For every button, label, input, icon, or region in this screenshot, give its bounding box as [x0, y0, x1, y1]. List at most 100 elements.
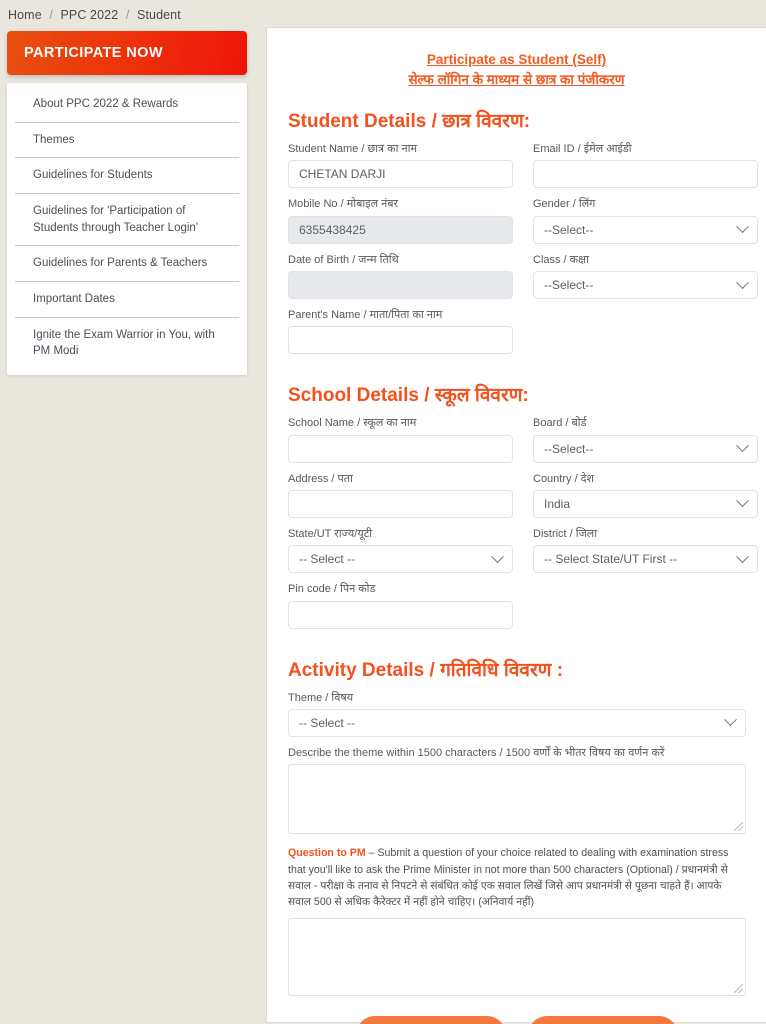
- breadcrumb-separator: /: [125, 8, 130, 22]
- student-row-1: Student Name / छात्र का नाम CHETAN DARJI…: [288, 142, 758, 197]
- sidebar-item-themes[interactable]: Themes: [15, 123, 239, 159]
- question-to-pm-description: Question to PM – Submit a question of yo…: [288, 845, 746, 911]
- label-mobile: Mobile No / मोबाइल नंबर: [288, 198, 399, 211]
- sidebar-item-guidelines-parents[interactable]: Guidelines for Parents & Teachers: [15, 246, 239, 283]
- field-state: State/UT राज्य/यूटी -- Select --: [288, 527, 513, 574]
- class-select-value: --Select--: [544, 278, 594, 293]
- email-input[interactable]: [533, 160, 758, 189]
- school-row-1: School Name / स्कूल का नाम Board / बोर्ड…: [288, 416, 758, 471]
- label-board: Board / बोर्ड: [533, 417, 587, 430]
- chevron-down-icon: [491, 550, 504, 563]
- student-row-4: Parent's Name / माता/पिता का नाम: [288, 308, 745, 363]
- dob-input: [288, 271, 513, 300]
- sidebar: PARTICIPATE NOW About PPC 2022 & Rewards…: [7, 31, 247, 376]
- chevron-down-icon: [724, 713, 737, 727]
- theme-select[interactable]: -- Select --: [288, 708, 746, 737]
- student-row-2: Mobile No / मोबाइल नंबर 6355438425 Gende…: [288, 197, 758, 252]
- chevron-down-icon: [736, 220, 749, 234]
- school-row-3: State/UT राज्य/यूटी -- Select -- Distric…: [288, 527, 758, 582]
- breadcrumb-separator: /: [49, 8, 53, 22]
- page-title-hindi: सेल्फ लॉगिन के माध्यम से छात्र का पंजीकर…: [408, 71, 625, 87]
- section-heading-activity-hi: गतिविधि विवरण :: [440, 659, 564, 681]
- resize-handle-icon[interactable]: [734, 983, 743, 993]
- label-pincode: Pin code / पिन कोड: [288, 583, 376, 596]
- field-class: Class / कक्षा --Select--: [533, 253, 758, 300]
- breadcrumb-item-ppc2022[interactable]: PPC 2022: [60, 8, 118, 22]
- address-input[interactable]: [288, 489, 513, 518]
- field-email: Email ID / ईमेल आईडी: [533, 142, 758, 189]
- save-draft-button[interactable]: Save Draft: [355, 1015, 506, 1024]
- field-gender: Gender / लिंग --Select--: [533, 197, 758, 244]
- question-to-pm-textarea[interactable]: [288, 917, 746, 996]
- label-student-name: Student Name / छात्र का नाम: [288, 143, 418, 156]
- sidebar-item-ignite-exam-warrior[interactable]: Ignite the Exam Warrior in You, with PM …: [15, 318, 239, 369]
- label-gender: Gender / लिंग: [533, 198, 596, 211]
- field-district: District / जिला -- Select State/UT First…: [533, 527, 758, 574]
- page-title-english: Participate as Student (Self): [426, 52, 607, 67]
- board-select-value: --Select--: [544, 441, 594, 456]
- field-student-name: Student Name / छात्र का नाम CHETAN DARJI: [288, 142, 513, 189]
- submit-button[interactable]: Submit: [527, 1015, 678, 1024]
- field-dob: Date of Birth / जन्म तिथि: [288, 253, 513, 300]
- chevron-down-icon: [736, 494, 749, 508]
- class-select[interactable]: --Select--: [533, 271, 758, 300]
- section-heading-school-details: School Details / स्कूल विवरण:: [288, 385, 529, 407]
- label-address: Address / पता: [288, 472, 353, 485]
- page-root: Home / PPC 2022 / Student PARTICIPATE NO…: [0, 0, 766, 1024]
- gender-select-value: --Select--: [544, 222, 594, 237]
- field-school-name: School Name / स्कूल का नाम: [288, 416, 513, 463]
- field-country: Country / देश India: [533, 472, 758, 518]
- label-class: Class / कक्षा: [533, 253, 589, 266]
- school-row-2: Address / पता Country / देश India: [288, 472, 758, 527]
- form-actions: Save Draft Submit: [288, 1015, 745, 1024]
- section-heading-school-en: School Details: [288, 385, 419, 407]
- sidebar-item-guidelines-students[interactable]: Guidelines for Students: [15, 158, 239, 195]
- breadcrumb-item-home[interactable]: Home: [8, 8, 42, 22]
- chevron-down-icon: [736, 275, 749, 289]
- label-school-name: School Name / स्कूल का नाम: [288, 417, 417, 430]
- resize-handle-icon[interactable]: [734, 822, 743, 832]
- section-heading-school-hi: स्कूल विवरण:: [434, 385, 529, 407]
- field-describe-theme: Describe the theme within 1500 character…: [288, 746, 746, 835]
- country-select[interactable]: India: [533, 489, 758, 518]
- section-heading-activity-details: Activity Details / गतिविधि विवरण :: [288, 659, 564, 681]
- student-row-3: Date of Birth / जन्म तिथि Class / कक्षा …: [288, 253, 758, 308]
- section-heading-student-hi: छात्र विवरण:: [442, 111, 531, 133]
- district-select-value: -- Select State/UT First --: [544, 552, 678, 567]
- page-title: Participate as Student (Self) सेल्फ लॉगि…: [288, 50, 745, 89]
- school-name-input[interactable]: [288, 434, 513, 463]
- parent-name-input[interactable]: [288, 326, 513, 355]
- sidebar-item-important-dates[interactable]: Important Dates: [15, 282, 239, 318]
- gender-select[interactable]: --Select--: [533, 215, 758, 244]
- theme-select-value: -- Select --: [299, 715, 356, 730]
- label-state: State/UT राज्य/यूटी: [288, 527, 373, 540]
- describe-theme-textarea[interactable]: [288, 764, 746, 835]
- breadcrumb: Home / PPC 2022 / Student: [8, 8, 181, 22]
- sidebar-menu: About PPC 2022 & Rewards Themes Guidelin…: [7, 83, 247, 376]
- board-select[interactable]: --Select--: [533, 434, 758, 463]
- student-name-input[interactable]: CHETAN DARJI: [288, 160, 513, 189]
- sidebar-item-guidelines-teacher-login[interactable]: Guidelines for 'Participation of Student…: [15, 194, 239, 247]
- chevron-down-icon: [736, 550, 749, 563]
- section-heading-activity-en: Activity Details: [288, 659, 425, 681]
- participate-now-button[interactable]: PARTICIPATE NOW: [7, 31, 247, 75]
- field-address: Address / पता: [288, 472, 513, 518]
- main-panel: Participate as Student (Self) सेल्फ लॉगि…: [266, 27, 766, 1024]
- field-theme: Theme / विषय -- Select --: [288, 691, 746, 737]
- pincode-input[interactable]: [288, 600, 513, 629]
- district-select[interactable]: -- Select State/UT First --: [533, 545, 758, 574]
- sidebar-item-about[interactable]: About PPC 2022 & Rewards: [15, 87, 239, 123]
- label-dob: Date of Birth / जन्म तिथि: [288, 253, 399, 266]
- field-pincode: Pin code / पिन कोड: [288, 582, 513, 629]
- field-mobile: Mobile No / मोबाइल नंबर 6355438425: [288, 197, 513, 244]
- question-to-pm-label: Question to PM: [288, 847, 366, 860]
- state-select[interactable]: -- Select --: [288, 545, 513, 574]
- country-select-value: India: [544, 496, 571, 511]
- field-parent-name: Parent's Name / माता/पिता का नाम: [288, 308, 513, 355]
- school-row-4: Pin code / पिन कोड: [288, 582, 745, 637]
- label-describe-theme: Describe the theme within 1500 character…: [288, 746, 665, 759]
- label-theme: Theme / विषय: [288, 691, 354, 704]
- label-district: District / जिला: [533, 527, 598, 540]
- label-parent-name: Parent's Name / माता/पिता का नाम: [288, 309, 443, 322]
